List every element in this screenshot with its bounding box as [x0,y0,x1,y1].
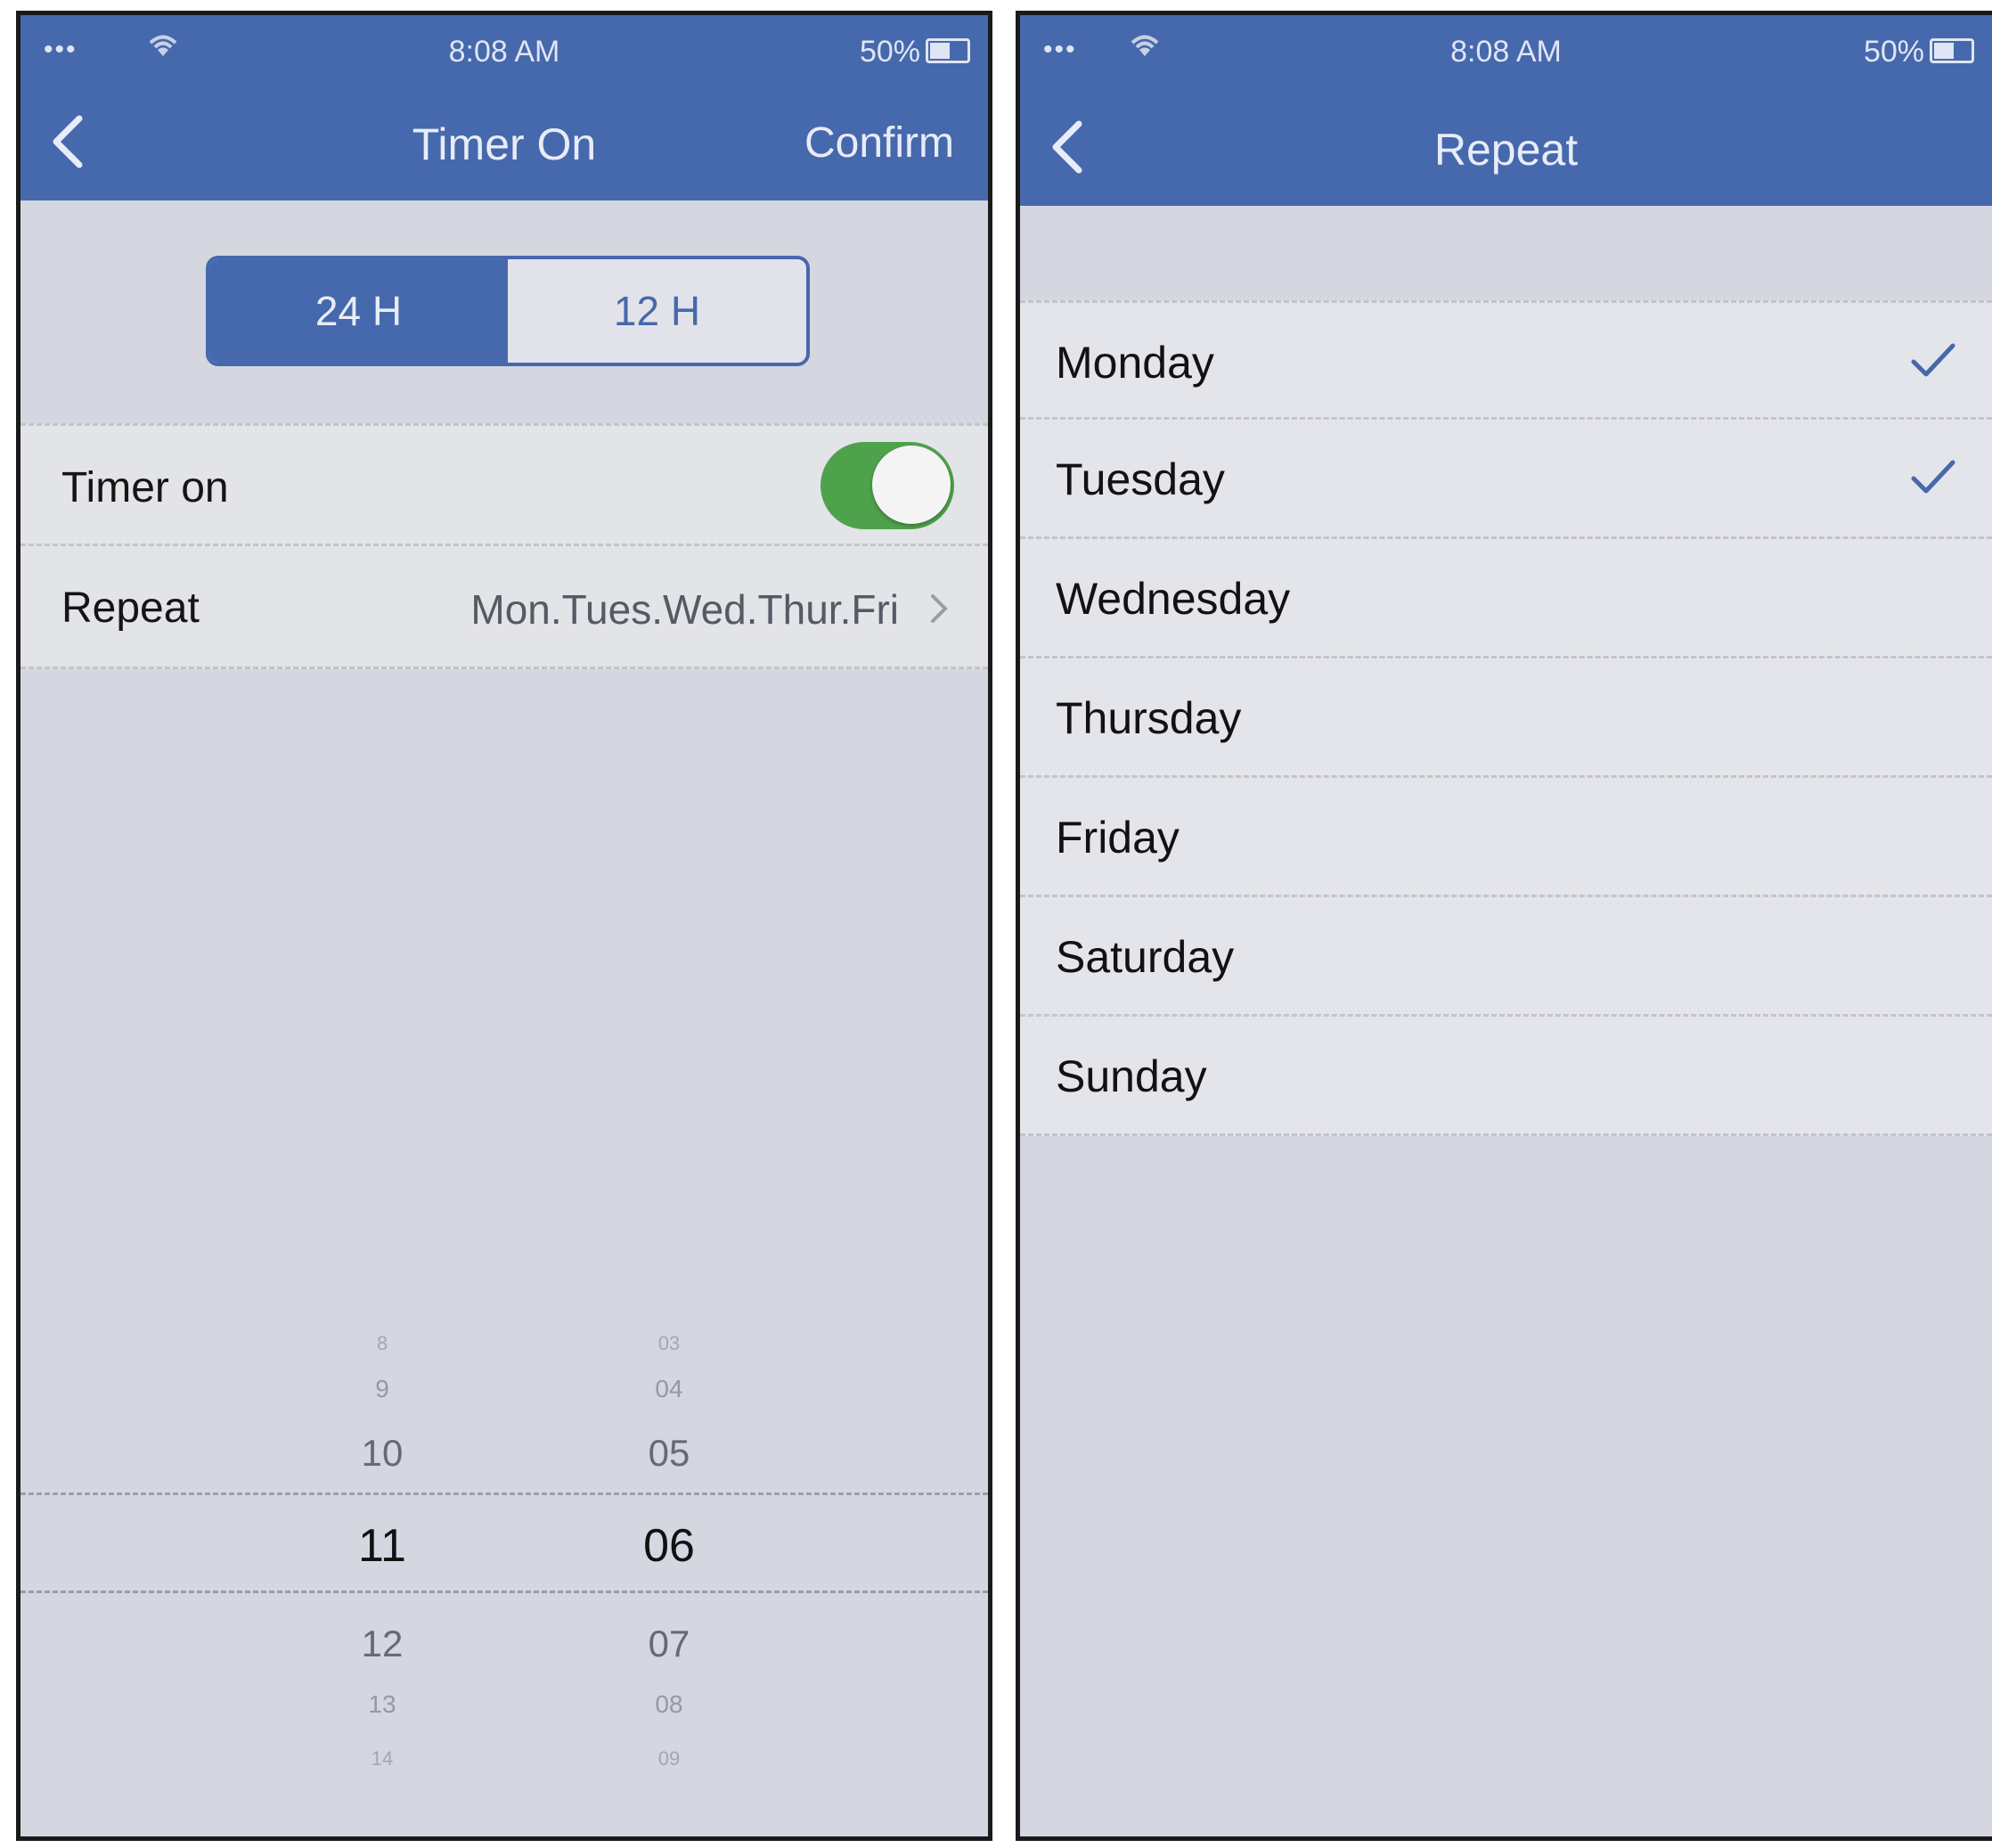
day-label: Sunday [1056,1051,1207,1101]
day-row-sunday[interactable]: Sunday [1020,1017,1992,1136]
battery-percent: 50% [859,35,920,69]
minute-option[interactable]: 03 [598,1332,740,1355]
time-format-segmented-control: 24 H 12 H [206,256,810,366]
day-row-wednesday[interactable]: Wednesday [1020,539,1992,658]
hour-option[interactable]: 12 [311,1623,453,1665]
selected-hour[interactable]: 11 [311,1519,453,1573]
check-icon [1911,460,1955,494]
day-label: Tuesday [1056,454,1225,504]
day-row-thursday[interactable]: Thursday [1020,658,1992,778]
repeat-screen: ••• 8:08 AM 50% Repeat Monday Tuesday We… [1016,11,1992,1841]
day-label: Friday [1056,813,1180,863]
format-24h-option[interactable]: 24 H [209,259,508,363]
hour-option[interactable]: 13 [311,1690,453,1719]
minute-option[interactable]: 04 [598,1375,740,1403]
selected-minute[interactable]: 06 [598,1519,740,1573]
confirm-button[interactable]: Confirm [804,119,954,168]
minute-option[interactable]: 08 [598,1690,740,1719]
day-label: Wednesday [1056,574,1291,624]
navigation-bar: ••• 8:08 AM 50% Timer On Confirm [20,15,988,200]
battery-status: 50% [860,35,970,70]
picker-selection-bottom-line [20,1590,988,1593]
minute-option[interactable]: 07 [598,1623,740,1665]
hour-option[interactable]: 9 [311,1375,453,1403]
hour-option[interactable]: 8 [311,1332,453,1355]
day-label: Monday [1056,338,1214,388]
day-row-friday[interactable]: Friday [1020,778,1992,897]
repeat-row[interactable]: Repeat Mon.Tues.Wed.Thur.Fri [20,546,988,669]
status-bar: ••• 8:08 AM 50% [20,15,988,86]
day-label: Saturday [1056,932,1235,982]
timer-on-screen: ••• 8:08 AM 50% Timer On Confirm 24 H 12… [16,11,992,1841]
repeat-label: Repeat [61,585,200,632]
timer-on-label: Timer on [61,464,229,511]
check-icon [1911,343,1955,377]
day-row-monday[interactable]: Monday [1020,300,1992,420]
repeat-value: Mon.Tues.Wed.Thur.Fri [470,586,899,633]
timer-on-toggle[interactable] [820,442,954,529]
day-row-tuesday[interactable]: Tuesday [1020,420,1992,539]
minute-option[interactable]: 05 [598,1432,740,1475]
hour-option[interactable]: 10 [311,1432,453,1475]
page-title: Repeat [1433,125,1579,175]
picker-selection-top-line [20,1492,988,1495]
status-time: 8:08 AM [1450,35,1562,69]
day-row-saturday[interactable]: Saturday [1020,897,1992,1017]
battery-icon [1930,38,1974,63]
battery-icon [926,38,970,63]
navigation-bar: ••• 8:08 AM 50% Repeat [1020,15,1992,206]
status-bar: ••• 8:08 AM 50% [1020,15,1992,86]
status-time: 8:08 AM [448,35,560,69]
toggle-knob [872,446,951,524]
timer-on-row: Timer on [20,423,988,546]
chevron-right-icon [931,594,948,623]
hour-option[interactable]: 14 [311,1747,453,1770]
battery-percent: 50% [1863,35,1924,69]
battery-status: 50% [1864,35,1974,70]
day-label: Thursday [1056,693,1242,743]
format-12h-option[interactable]: 12 H [508,259,806,363]
minute-option[interactable]: 09 [598,1747,740,1770]
